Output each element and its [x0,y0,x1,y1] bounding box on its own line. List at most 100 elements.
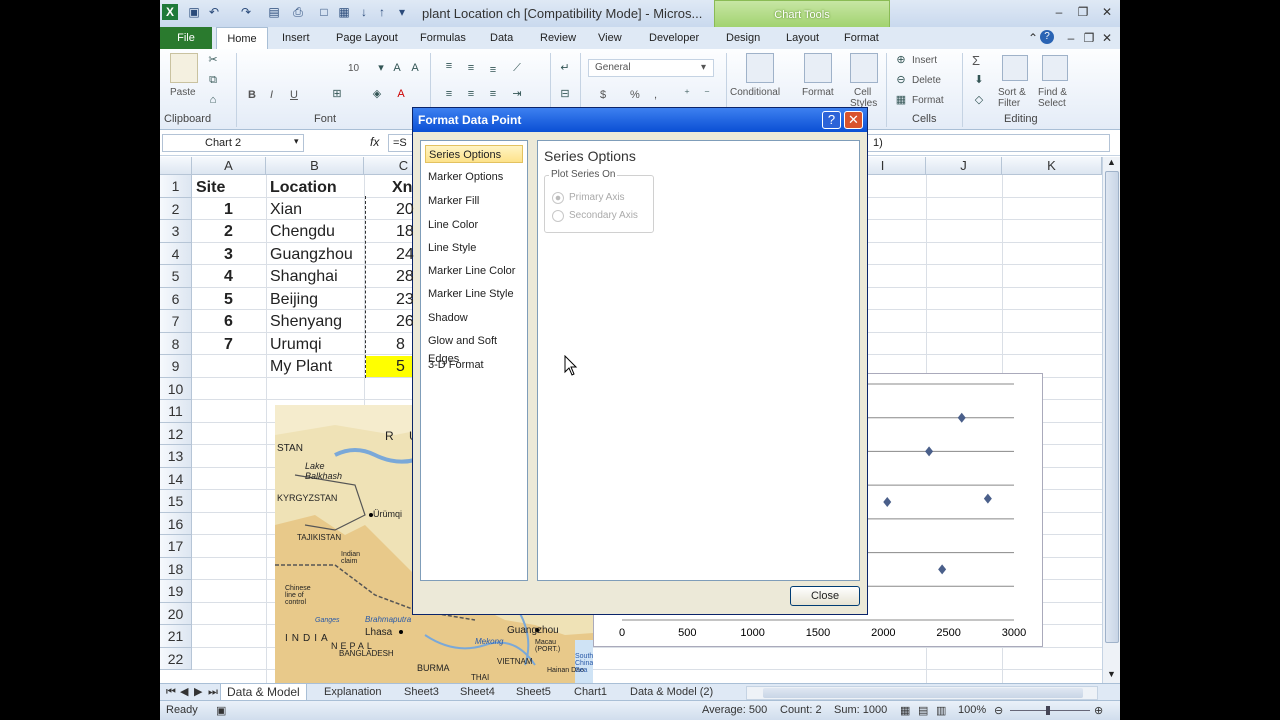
cut-icon[interactable]: ✂ [206,53,220,67]
row-header[interactable]: 2 [160,197,192,220]
underline-button[interactable]: U [290,89,298,101]
cell-site[interactable]: 7 [224,334,233,356]
normal-view-icon[interactable]: ▦ [900,704,910,717]
decrease-decimal-icon[interactable]: ⁻ [700,87,714,101]
cell-site[interactable]: 6 [224,311,233,333]
cell-site[interactable]: 1 [224,199,233,221]
fill-icon[interactable]: ⬇ [972,73,986,87]
wrap-text-icon[interactable]: ↵ [558,61,572,75]
page-break-view-icon[interactable]: ▥ [936,704,946,717]
cell-location[interactable]: Xian [270,199,302,221]
minimize-icon[interactable]: – [1050,4,1068,20]
nav-item[interactable]: Line Style [425,239,523,257]
column-header-k[interactable]: K [1002,157,1102,175]
scroll-thumb[interactable] [1105,171,1119,643]
cell-location[interactable]: Shanghai [270,266,338,288]
cell-x[interactable]: 5 [396,356,405,378]
fill-color-icon[interactable]: ◈ [370,87,384,101]
page-layout-view-icon[interactable]: ▤ [918,704,928,717]
row-header[interactable]: 13 [160,445,192,468]
sort-asc-icon[interactable]: ↓ [356,4,372,20]
row-header[interactable]: 22 [160,647,192,670]
row-header[interactable]: 21 [160,625,192,648]
tab-layout[interactable]: Layout [786,27,819,49]
dialog-title[interactable]: Format Data Point [413,108,867,132]
tab-formulas[interactable]: Formulas [420,27,466,49]
paste-button[interactable]: Paste [170,87,196,98]
indent-icon[interactable]: ⇥ [510,87,524,101]
sort-filter-button[interactable]: Sort & [998,87,1026,98]
header-site[interactable]: Site [196,177,225,199]
format-table-icon[interactable] [804,53,832,83]
row-header[interactable]: 17 [160,535,192,558]
row-header[interactable]: 9 [160,355,192,378]
dialog-close-icon[interactable]: ✕ [844,111,863,129]
font-size-dropdown-icon[interactable]: ▾ [374,61,388,75]
zoom-level[interactable]: 100% [958,704,986,716]
doc-restore-icon[interactable]: ❐ [1080,30,1098,46]
first-sheet-icon[interactable]: ⏮ [166,684,176,700]
cell-x[interactable]: 8 [396,334,405,356]
nav-item[interactable]: Marker Line Color [425,262,523,280]
cell-x[interactable]: 23 [396,289,414,311]
scroll-down-icon[interactable]: ▼ [1107,669,1116,679]
italic-button[interactable]: I [270,89,273,101]
currency-button[interactable]: $ [600,89,606,101]
sort-filter-icon[interactable] [1002,55,1028,81]
increase-decimal-icon[interactable]: ⁺ [680,87,694,101]
prev-sheet-icon[interactable]: ◀ [180,684,188,700]
tab-review[interactable]: Review [540,27,576,49]
save-icon[interactable]: ▣ [186,4,202,20]
column-header-a[interactable]: A [192,157,266,175]
row-header[interactable]: 4 [160,242,192,265]
tab-developer[interactable]: Developer [649,27,699,49]
sheet-tab-explanation[interactable]: Explanation [324,684,382,700]
nav-item[interactable]: Marker Line Style [425,285,523,303]
name-box[interactable]: Chart 2 [162,134,304,152]
macro-record-icon[interactable]: ▣ [216,704,226,717]
new-icon[interactable]: □ [316,4,332,20]
conditional-formatting-button[interactable]: Conditional [730,87,780,98]
secondary-axis-radio[interactable] [552,210,564,222]
sheet-tab-sheet4[interactable]: Sheet4 [460,684,495,700]
horizontal-scrollbar[interactable] [746,686,1098,700]
format-cells-button[interactable]: Format [912,95,944,106]
row-header[interactable]: 3 [160,220,192,243]
doc-close-icon[interactable]: ✕ [1098,30,1116,46]
bold-button[interactable]: B [248,89,256,101]
row-header[interactable]: 14 [160,467,192,490]
row-header[interactable]: 7 [160,310,192,333]
insert-cells-icon[interactable]: ⊕ [894,53,908,67]
zoom-slider[interactable] [1010,710,1090,711]
tab-page-layout[interactable]: Page Layout [336,27,398,49]
cell-location[interactable]: Shenyang [270,311,342,333]
tab-design[interactable]: Design [726,27,760,49]
chart-data-point[interactable] [983,493,992,504]
cell-site[interactable]: 3 [224,244,233,266]
column-header-b[interactable]: B [266,157,364,175]
row-header[interactable]: 5 [160,265,192,288]
open-icon[interactable]: ▤ [266,4,282,20]
cell-x[interactable]: 26 [396,311,414,333]
paste-icon[interactable] [170,53,198,83]
sheet-tab-data-model-2[interactable]: Data & Model (2) [630,684,713,700]
tab-format[interactable]: Format [844,27,879,49]
tab-view[interactable]: View [598,27,622,49]
zoom-out-icon[interactable]: ⊖ [994,704,1003,717]
help-icon[interactable]: ? [1040,30,1054,44]
clear-icon[interactable]: ◇ [972,93,986,107]
sheet-tab-chart1[interactable]: Chart1 [574,684,607,700]
customize-icon[interactable]: ▾ [394,4,410,20]
dialog-close-button[interactable]: Close [790,586,860,606]
chart-data-point[interactable] [883,497,892,507]
print-icon[interactable]: ⎙ [290,4,306,20]
sheet-tab-sheet5[interactable]: Sheet5 [516,684,551,700]
cell-x[interactable]: 24 [396,244,414,266]
tab-home[interactable]: Home [216,27,268,49]
dialog-help-button[interactable]: ? [822,111,841,129]
sheet-tab-sheet3[interactable]: Sheet3 [404,684,439,700]
name-box-dropdown-icon[interactable]: ▾ [294,136,299,147]
next-sheet-icon[interactable]: ▶ [194,684,202,700]
nav-item[interactable]: Series Options [425,145,523,163]
chart-data-point[interactable] [925,446,934,457]
